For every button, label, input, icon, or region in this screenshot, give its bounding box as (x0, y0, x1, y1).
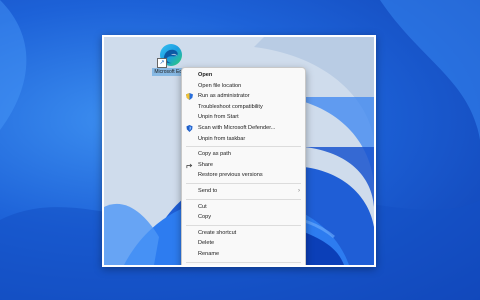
menu-item-delete[interactable]: Delete (182, 238, 305, 249)
menu-item-unpin-from-taskbar[interactable]: Unpin from taskbar (182, 134, 305, 145)
menu-item-label: Open (198, 72, 213, 78)
chevron-right-icon: › (298, 187, 300, 194)
menu-item-label: Copy (198, 214, 212, 221)
menu-separator (186, 198, 301, 200)
menu-item-label: Unpin from taskbar (198, 135, 246, 142)
menu-item-restore-previous-versions[interactable]: Restore previous versions (182, 170, 305, 181)
menu-item-label: Cut (198, 203, 207, 210)
menu-item-open-file-location[interactable]: Open file location (182, 81, 305, 92)
screenshot-frame: ↗ Microsoft Edge Open Open file location R… (102, 35, 376, 267)
edge-logo-icon: ↗ (157, 43, 183, 68)
menu-item-open[interactable]: Open (182, 70, 305, 81)
menu-item-troubleshoot-compatibility[interactable]: Troubleshoot compatibility (182, 102, 305, 113)
menu-item-label: Share (198, 161, 213, 168)
menu-item-label: Troubleshoot compatibility (198, 103, 263, 110)
menu-item-label: Copy as path (198, 151, 231, 158)
menu-item-label: Properties (198, 267, 224, 268)
menu-item-properties[interactable]: Properties (182, 265, 305, 268)
menu-item-label: Unpin from Start (198, 114, 239, 121)
menu-item-run-as-administrator[interactable]: Run as administrator (182, 91, 305, 102)
menu-item-share[interactable]: Share (182, 160, 305, 171)
menu-separator (186, 182, 301, 184)
menu-separator (186, 261, 301, 263)
menu-item-label: Send to (198, 187, 218, 194)
share-icon (186, 162, 193, 169)
menu-item-rename[interactable]: Rename (182, 249, 305, 260)
menu-item-label: Scan with Microsoft Defender... (198, 124, 276, 131)
menu-separator (186, 224, 301, 226)
menu-item-label: Run as administrator (198, 93, 250, 100)
menu-item-copy-as-path[interactable]: Copy as path (182, 149, 305, 160)
menu-item-scan-with-microsoft-defender[interactable]: Scan with Microsoft Defender... (182, 123, 305, 134)
menu-separator (186, 146, 301, 148)
context-menu: Open Open file location Run as administrat… (181, 67, 306, 268)
menu-item-send-to[interactable]: Send to › (182, 186, 305, 197)
defender-shield-icon (186, 124, 193, 132)
menu-item-copy[interactable]: Copy (182, 212, 305, 223)
menu-item-label: Open file location (198, 82, 242, 89)
menu-item-cut[interactable]: Cut (182, 202, 305, 213)
uac-shield-icon (186, 93, 193, 101)
shortcut-arrow-icon: ↗ (157, 58, 167, 68)
menu-item-label: Delete (198, 240, 215, 247)
menu-item-unpin-from-start[interactable]: Unpin from Start (182, 112, 305, 123)
menu-item-label: Rename (198, 250, 220, 257)
menu-item-label: Restore previous versions (198, 172, 263, 179)
menu-item-label: Create shortcut (198, 229, 237, 236)
menu-item-create-shortcut[interactable]: Create shortcut (182, 228, 305, 239)
